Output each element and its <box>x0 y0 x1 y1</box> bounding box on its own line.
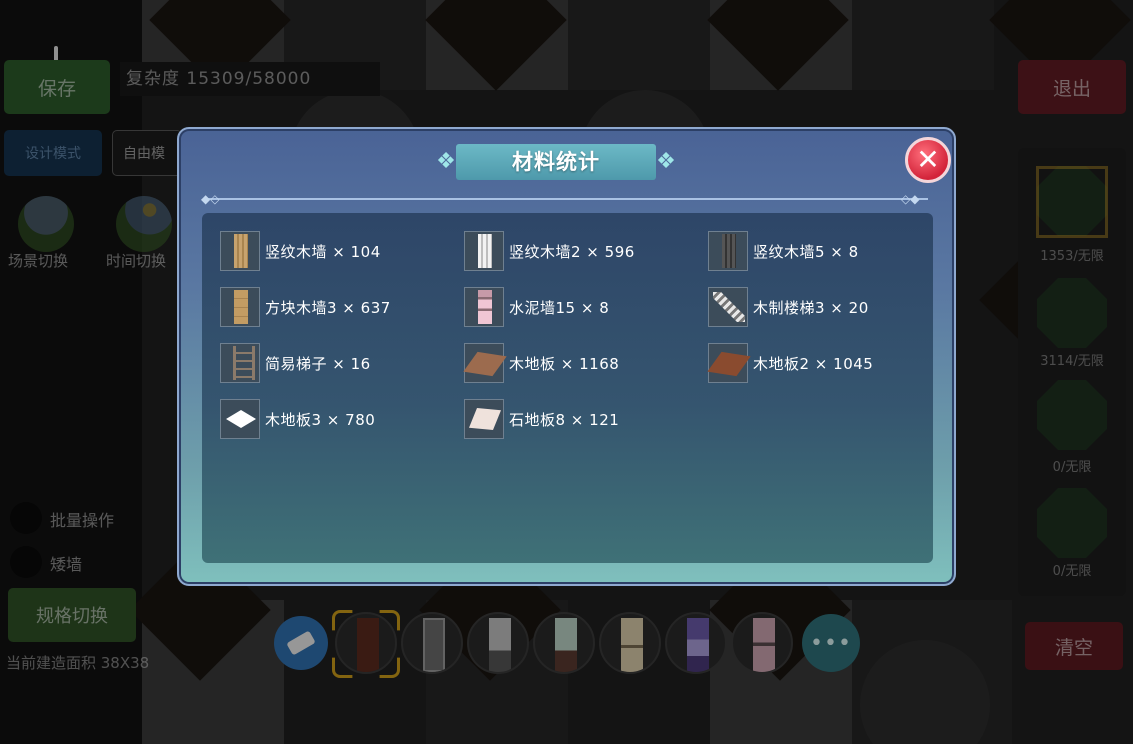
material-item: 水泥墙15 × 8 <box>464 287 609 327</box>
material-item-label: 水泥墙15 × 8 <box>509 298 610 317</box>
material-item: 石地板8 × 121 <box>464 399 619 439</box>
material-item: 木制楼梯3 × 20 <box>708 287 869 327</box>
wood-floor-3-icon <box>220 399 260 439</box>
wooden-stairs-icon <box>708 287 748 327</box>
dialog-title: 材料统计 <box>512 150 600 174</box>
close-icon: ✕ <box>916 143 940 176</box>
vertical-wood-wall-5-icon <box>708 231 748 271</box>
block-wood-wall-icon <box>220 287 260 327</box>
material-item: 方块木墙3 × 637 <box>220 287 391 327</box>
material-item: 木地板3 × 780 <box>220 399 375 439</box>
vertical-wood-wall-2-icon <box>464 231 504 271</box>
material-item-label: 竖纹木墙5 × 8 <box>753 242 859 261</box>
material-item: 简易梯子 × 16 <box>220 343 371 383</box>
material-item-label: 木地板3 × 780 <box>265 410 376 429</box>
divider-ornament-right-icon: ◇◆ <box>901 192 920 206</box>
material-stats-dialog: ❖ ❖ 材料统计 ✕ ◆◇ ◇◆ 竖纹木墙 × 104 竖纹木墙2 × 596 … <box>177 127 956 586</box>
material-item-label: 竖纹木墙 × 104 <box>265 242 381 261</box>
materials-list: 竖纹木墙 × 104 竖纹木墙2 × 596 竖纹木墙5 × 8 方块木墙3 ×… <box>202 213 933 563</box>
material-item: 木地板 × 1168 <box>464 343 619 383</box>
divider-ornament-left-icon: ◆◇ <box>201 192 220 206</box>
wood-floor-icon <box>464 343 504 383</box>
material-item-label: 竖纹木墙2 × 596 <box>509 242 635 261</box>
title-divider <box>205 198 928 200</box>
material-item: 竖纹木墙5 × 8 <box>708 231 859 271</box>
material-item: 木地板2 × 1045 <box>708 343 873 383</box>
ladder-icon <box>220 343 260 383</box>
material-item-label: 石地板8 × 121 <box>509 410 620 429</box>
wood-floor-2-icon <box>708 343 748 383</box>
close-button[interactable]: ✕ <box>905 137 951 183</box>
material-item-label: 木制楼梯3 × 20 <box>753 298 869 317</box>
material-item: 竖纹木墙2 × 596 <box>464 231 635 271</box>
stone-floor-icon <box>464 399 504 439</box>
material-item-label: 木地板2 × 1045 <box>753 354 874 373</box>
material-item: 竖纹木墙 × 104 <box>220 231 381 271</box>
material-item-label: 方块木墙3 × 637 <box>265 298 391 317</box>
material-item-label: 简易梯子 × 16 <box>265 354 371 373</box>
cement-wall-icon <box>464 287 504 327</box>
material-item-label: 木地板 × 1168 <box>509 354 620 373</box>
vertical-wood-wall-icon <box>220 231 260 271</box>
dialog-title-plate: ❖ ❖ 材料统计 <box>432 142 680 182</box>
